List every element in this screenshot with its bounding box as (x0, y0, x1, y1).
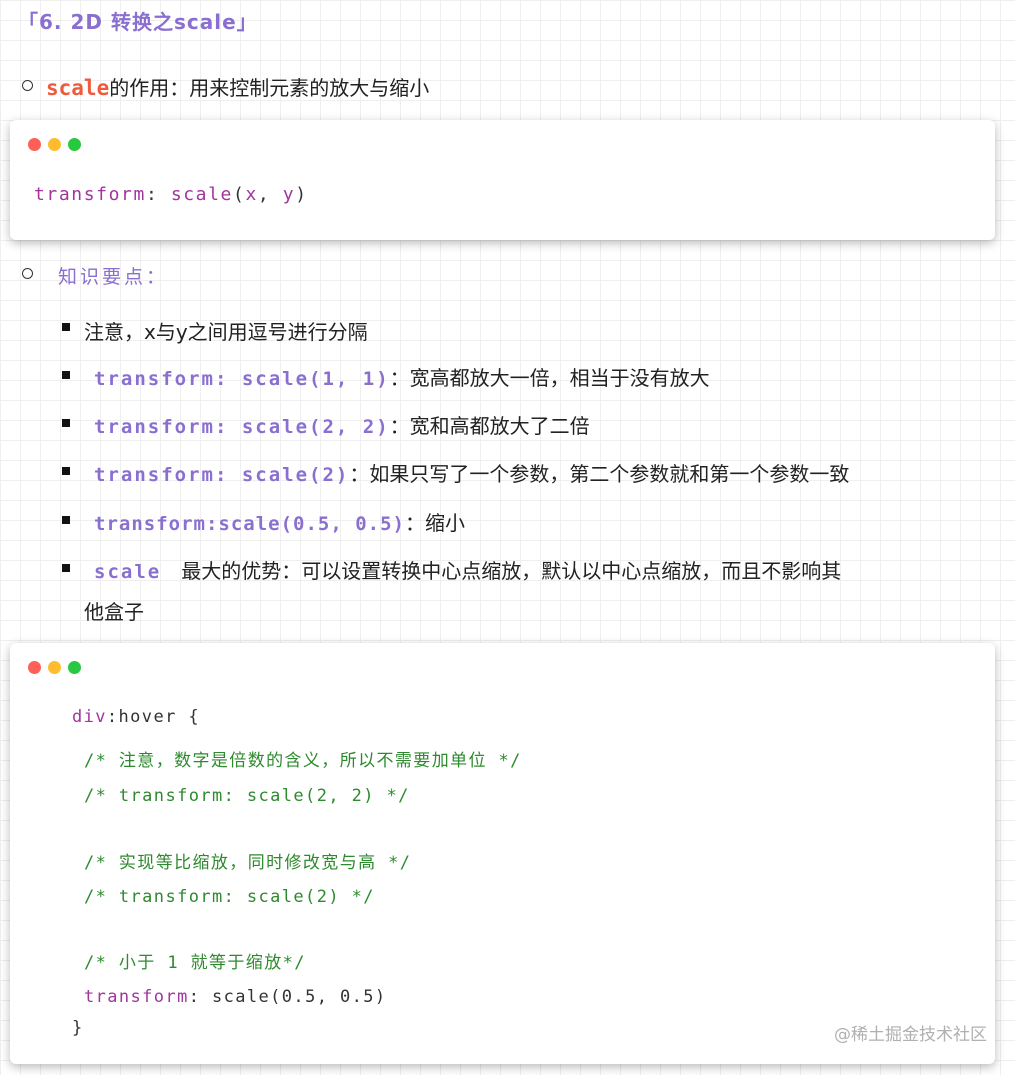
code-selector-line: div:hover { (72, 707, 200, 727)
point-code: transform: scale(2, 2) (94, 416, 390, 438)
code-colon: : (145, 184, 159, 205)
square-bullet-icon (62, 371, 70, 379)
code-value: : scale(0.5, 0.5) (188, 987, 387, 1007)
point-text: ：宽高都放大一倍，相当于没有放大 (389, 366, 710, 390)
code-block-2: div:hover { /* 注意，数字是倍数的含义，所以不需要加单位 */ /… (10, 643, 995, 1064)
square-bullet-icon (62, 516, 70, 524)
code-comment: /* transform: scale(2) */ (84, 887, 375, 907)
code-comment: /* 注意，数字是倍数的含义，所以不需要加单位 */ (84, 751, 522, 771)
code-comma: , (257, 184, 271, 205)
code-paren-close: ) (295, 184, 308, 205)
code-close-brace: } (72, 1018, 84, 1038)
point-text: ：缩小 (404, 511, 465, 535)
key-points-heading: 知识要点： (58, 266, 169, 288)
code-comment: /* transform: scale(2, 2) */ (84, 786, 410, 806)
window-close-dot-icon (28, 661, 41, 674)
code-selector: div (72, 707, 107, 727)
square-bullet-icon (62, 419, 70, 427)
window-maximize-dot-icon (68, 661, 81, 674)
point-text: ：宽和高都放大了二倍 (389, 414, 590, 438)
window-minimize-dot-icon (48, 661, 61, 674)
code-transform-line: transform: scale(0.5, 0.5) (84, 987, 387, 1007)
point-code: transform: scale(1, 1) (94, 368, 390, 390)
window-maximize-dot-icon (68, 138, 81, 151)
code-property: transform (34, 184, 146, 205)
code-func: scale (170, 184, 233, 205)
scale-purpose-text: 的作用：用来控制元素的放大与缩小 (109, 76, 430, 100)
scale-keyword: scale (46, 76, 110, 100)
code-arg-y: y (282, 184, 296, 205)
watermark: @稀土掘金技术社区 (834, 1025, 987, 1045)
point-text-continued: 他盒子 (84, 600, 144, 624)
square-bullet-icon (62, 467, 70, 475)
point-item: transform: scale(1, 1)：宽高都放大一倍，相当于没有放大 (94, 362, 710, 391)
section-heading: 「6. 2D 转换之scale」 (18, 10, 258, 34)
code-block-1: transform: scale(x, y) (10, 120, 995, 240)
point-item: transform:scale(0.5, 0.5)：缩小 (94, 507, 465, 536)
point-code: scale (94, 561, 162, 583)
window-minimize-dot-icon (48, 138, 61, 151)
circle-bullet-icon (22, 80, 33, 91)
point-item: 注意，x与y之间用逗号进行分隔 (84, 316, 368, 345)
window-close-dot-icon (28, 138, 41, 151)
code-arg-x: x (245, 184, 258, 205)
point-text: 最大的优势：可以设置转换中心点缩放，默认以中心点缩放，而且不影响其 (181, 559, 842, 583)
code-property: transform (84, 987, 189, 1007)
point-item: scale 最大的优势：可以设置转换中心点缩放，默认以中心点缩放，而且不影响其 (94, 555, 841, 584)
code-comment: /* 小于 1 就等于缩放*/ (84, 953, 306, 973)
point-code: transform:scale(0.5, 0.5) (94, 513, 405, 535)
point-item: transform: scale(2)：如果只写了一个参数，第二个参数就和第一个… (94, 458, 849, 487)
point-text: 注意，x与y之间用逗号进行分隔 (84, 320, 368, 344)
square-bullet-icon (62, 564, 70, 572)
scale-purpose-line: scale的作用：用来控制元素的放大与缩小 (46, 72, 429, 101)
point-item: transform: scale(2, 2)：宽和高都放大了二倍 (94, 410, 590, 439)
circle-bullet-icon (22, 268, 33, 279)
point-text: ：如果只写了一个参数，第二个参数就和第一个参数一致 (349, 462, 850, 486)
square-bullet-icon (62, 323, 70, 331)
code-comment: /* 实现等比缩放，同时修改宽与高 */ (84, 853, 412, 873)
code-pseudo: :hover { (106, 707, 200, 727)
code-paren-open: ( (233, 184, 246, 205)
point-code: transform: scale(2) (94, 464, 350, 486)
code-line-transform: transform: scale(x, y) (34, 184, 308, 205)
